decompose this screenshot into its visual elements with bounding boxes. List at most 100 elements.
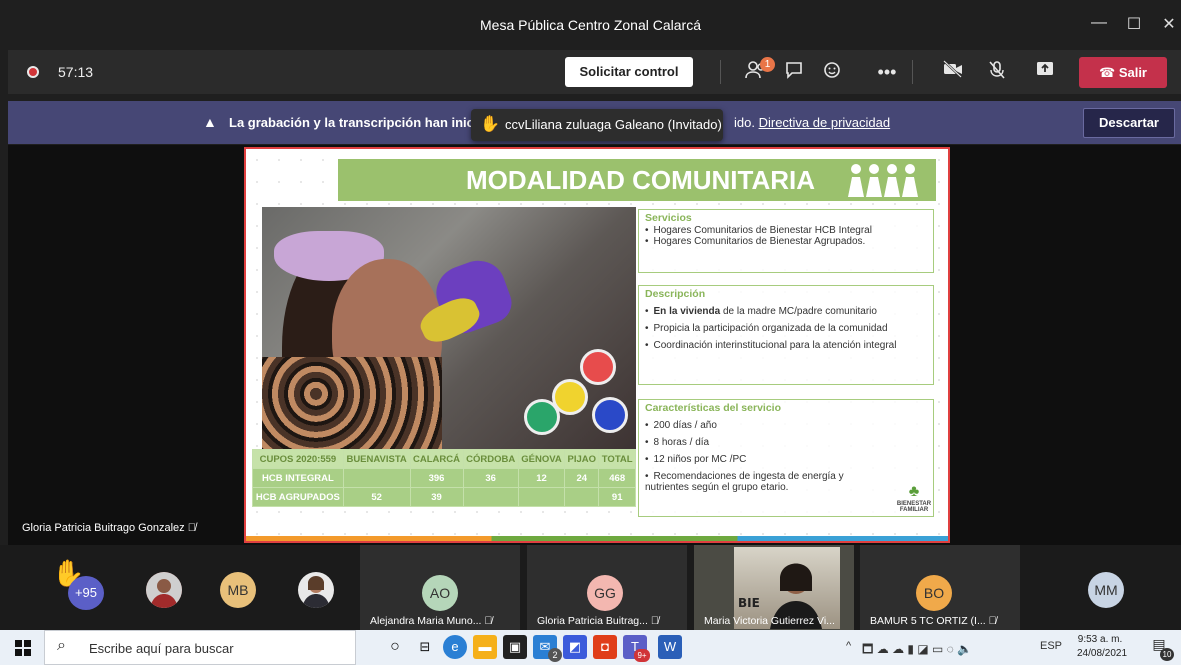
privacy-link[interactable]: Directiva de privacidad [759,115,891,130]
task-view-icon[interactable]: ⊟ [413,635,437,659]
avatar[interactable] [298,572,334,608]
clock-date: 24/08/2021 [1077,648,1128,659]
raised-hand-icon: ✋ [480,116,500,133]
list-item-bold: En la vivienda [653,306,721,317]
table-header: TOTAL [598,449,636,469]
tooltip-text: ccvLiliana zuluaga Galeano (Invitado) [505,117,722,132]
maximize-icon[interactable]: ☐ [1122,14,1146,34]
table-header: BUENAVISTA [342,449,411,469]
store-icon[interactable]: ▣ [503,635,527,659]
phone-icon: ☎ [1099,65,1119,80]
mic-off-icon[interactable] [983,60,1011,84]
table-header: CUPOS 2020:559 [252,449,344,469]
list-item: En la vivienda de la madre MC/padre comu… [645,306,927,317]
more-participants-button[interactable]: +95 [68,576,104,610]
mic-off-icon: 🎙̸ [650,615,659,627]
show-hidden-icons-icon[interactable]: ^ [846,640,851,652]
servicios-list: Hogares Comunitarios de Bienestar HCB In… [645,225,927,247]
warning-icon: ▲ [203,114,217,130]
windows-start-icon[interactable] [15,640,31,659]
table-header-row: CUPOS 2020:559 BUENAVISTA CALARCÁ CÓRDOB… [252,449,636,469]
office-icon[interactable]: ◘ [593,635,617,659]
table-header: GÉNOVA [517,449,566,469]
reactions-icon[interactable] [818,60,846,84]
participant-tile[interactable]: AO Alejandra Maria Muno... 🎙̸ [360,545,520,630]
table-cell: 12 [517,468,566,488]
list-item-text: Coordinación interinstitucional para la … [653,340,897,351]
table-cell: 52 [342,487,411,507]
table-header: CÓRDOBA [462,449,519,469]
participant-name: BAMUR 5 TC ORTIZ (I... 🎙̸ [870,615,997,627]
tray-icons[interactable]: 🗖 ☁ ☁ ▮ ◪ ▭ ◌ 🔈 [862,640,972,661]
dismiss-button[interactable]: Descartar [1083,108,1175,138]
window-title: Mesa Pública Centro Zonal Calarcá [480,17,701,33]
chat-icon[interactable] [780,60,808,84]
table-cell: HCB AGRUPADOS [252,487,344,507]
table-header: PIJAO [564,449,600,469]
list-item-text: de la madre MC/padre comunitario [720,306,877,317]
avatar[interactable]: MM [1088,572,1124,608]
participant-name-text: BAMUR 5 TC ORTIZ (I... [870,615,986,627]
bienestar-familiar-logo: ♣ BIENESTAR FAMILIAR [894,483,934,514]
mail-badge: 2 [548,648,562,662]
app-icon[interactable]: ◩ [563,635,587,659]
share-screen-icon[interactable] [1031,60,1059,84]
search-placeholder: Escribe aquí para buscar [89,641,234,656]
servicios-heading: Servicios [645,212,692,224]
table-cell: 36 [462,468,519,488]
search-icon: ⌕ [57,637,66,654]
svg-text:BIE: BIE [738,596,760,610]
camera-off-icon[interactable] [939,60,967,84]
notification-count: 10 [1160,648,1174,661]
list-item: Hogares Comunitarios de Bienestar Agrupa… [645,236,927,247]
presenter-label: Gloria Patricia Buitrago Gonzalez 🎙̸ [22,522,196,534]
leave-button[interactable]: ☎ Salir [1079,57,1167,88]
participant-tile[interactable]: BO BAMUR 5 TC ORTIZ (I... 🎙̸ [860,545,1020,630]
participant-video-tile[interactable]: BIE Maria Victoria Gutierrez Vi... [694,545,854,630]
table-cell: 24 [564,468,600,488]
participant-tile[interactable]: GG Gloria Patricia Buitrag... 🎙̸ [527,545,687,630]
teams-meeting-window: Mesa Pública Centro Zonal Calarcá — ☐ ✕ … [0,0,1181,665]
recording-message-end: ido. [734,115,755,130]
word-icon[interactable]: W [658,635,682,659]
table-cell: 39 [409,487,464,507]
minimize-icon[interactable]: — [1087,14,1111,34]
clock[interactable]: 9:53 a. m. 24/08/2021 [1077,633,1128,661]
participant-name-text: Gloria Patricia Buitrag... [537,615,648,627]
taskbar-search[interactable]: ⌕ Escribe aquí para buscar [44,630,356,665]
cupos-table: CUPOS 2020:559 BUENAVISTA CALARCÁ CÓRDOB… [252,449,636,507]
table-cell [517,487,566,507]
list-item: 200 días / año [645,420,927,431]
paint-blue [592,397,628,433]
paint-green [524,399,560,435]
list-item-text: Propicia la participación organizada de … [653,323,888,334]
close-icon[interactable]: ✕ [1157,14,1181,34]
language-indicator[interactable]: ESP [1040,640,1062,652]
descripcion-box: Descripción En la vivienda de la madre M… [638,285,934,385]
caracteristicas-heading: Características del servicio [645,402,781,414]
avatar[interactable]: MB [220,572,256,608]
participants-badge: 1 [760,57,775,72]
table-cell [342,468,411,488]
toolbar-divider [720,60,721,84]
descripcion-list: En la vivienda de la madre MC/padre comu… [645,306,927,351]
logo-text: BIENESTAR FAMILIAR [896,500,932,514]
bienestar-familiar-logo-icon: ♣ [908,483,920,500]
title-bar: Mesa Pública Centro Zonal Calarcá — ☐ ✕ [0,0,1181,52]
list-item: 12 niños por MC /PC [645,454,927,465]
edge-icon[interactable]: e [443,635,467,659]
more-options-icon[interactable]: ••• [873,60,901,84]
file-explorer-icon[interactable]: ▬ [473,635,497,659]
servicios-box: Servicios Hogares Comunitarios de Bienes… [638,209,934,273]
request-control-button[interactable]: Solicitar control [565,57,693,87]
avatar[interactable] [146,572,182,608]
presenter-name: Gloria Patricia Buitrago Gonzalez [22,522,185,534]
table-row: HCB AGRUPADOS 52 39 91 [252,487,636,507]
cortana-icon[interactable]: ○ [383,635,407,659]
caracteristicas-list: 200 días / año 8 horas / día 12 niños po… [645,420,927,493]
leave-label: Salir [1118,65,1147,80]
meeting-timer: 57:13 [58,64,94,80]
recording-message-tail: ido. Directiva de privacidad [734,115,890,130]
caracteristicas-box: Características del servicio 200 días / … [638,399,934,517]
avatar: GG [587,575,623,611]
